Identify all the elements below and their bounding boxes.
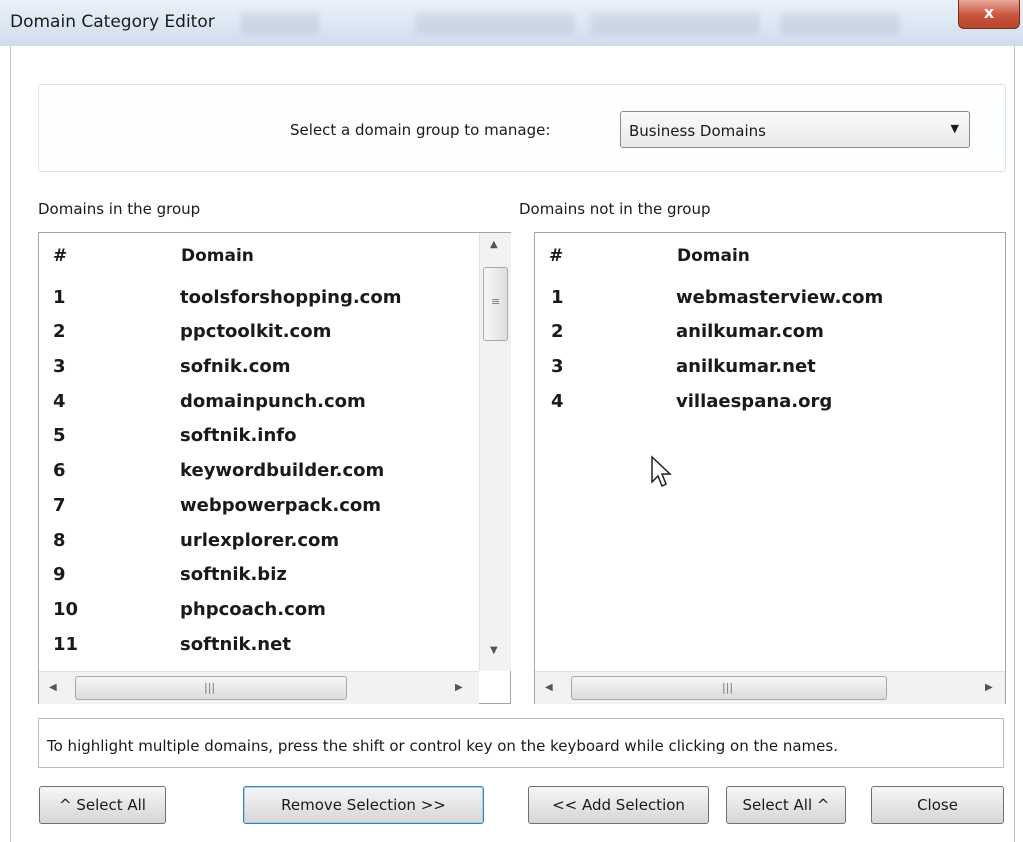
row-domain: webmasterview.com (676, 287, 884, 308)
in-group-row[interactable]: 4 domainpunch.com (53, 391, 433, 425)
window-close-button[interactable]: x (958, 0, 1020, 29)
not-in-group-row[interactable]: 3 anilkumar.net (551, 356, 971, 390)
column-header-domain[interactable]: Domain (181, 246, 254, 266)
column-header-number[interactable]: # (53, 246, 67, 266)
row-domain: urlexplorer.com (180, 530, 340, 551)
scroll-right-icon[interactable]: ▶ (985, 682, 993, 693)
scroll-left-icon[interactable]: ◀ (545, 682, 553, 693)
row-number: 9 (53, 564, 66, 585)
row-domain: keywordbuilder.com (180, 460, 385, 481)
row-domain: webpowerpack.com (180, 495, 381, 516)
in-group-row[interactable]: 7 webpowerpack.com (53, 495, 433, 529)
hint-text: To highlight multiple domains, press the… (47, 737, 838, 755)
row-domain: ppctoolkit.com (180, 321, 332, 342)
in-group-row[interactable]: 6 keywordbuilder.com (53, 460, 433, 494)
not-in-group-row[interactable]: 4 villaespana.org (551, 391, 971, 425)
in-group-row[interactable]: 3 sofnik.com (53, 356, 433, 390)
in-group-row[interactable]: 10 phpcoach.com (53, 599, 433, 633)
row-number: 8 (53, 530, 66, 551)
row-number: 4 (551, 391, 564, 412)
horizontal-scrollbar[interactable]: ◀ ||| ▶ (535, 671, 1005, 704)
mouse-cursor-icon (651, 455, 672, 488)
in-group-row[interactable]: 8 urlexplorer.com (53, 530, 433, 564)
scroll-left-icon[interactable]: ◀ (49, 682, 57, 693)
row-domain: domainpunch.com (180, 391, 366, 412)
not-in-group-row[interactable]: 2 anilkumar.com (551, 321, 971, 355)
row-domain: phpcoach.com (180, 599, 326, 620)
row-number: 2 (53, 321, 66, 342)
row-domain: toolsforshopping.com (180, 287, 402, 308)
row-number: 5 (53, 425, 66, 446)
scrollbar-thumb[interactable]: ≡ (483, 267, 508, 341)
in-group-row[interactable]: 1 toolsforshopping.com (53, 287, 433, 321)
group-selector-label: Select a domain group to manage: (290, 121, 551, 139)
row-number: 10 (53, 599, 79, 620)
row-number: 6 (53, 460, 66, 481)
vertical-scrollbar[interactable]: ▲ ≡ ▼ (479, 233, 511, 671)
in-group-row[interactable]: 11 softnik.net (53, 634, 433, 668)
list-header: # Domain (39, 233, 479, 273)
scroll-down-icon[interactable]: ▼ (490, 645, 498, 656)
title-bar: Domain Category Editor x (0, 0, 1023, 46)
select-all-right-button[interactable]: Select All ^ (726, 786, 846, 824)
row-number: 1 (551, 287, 564, 308)
scrollbar-thumb[interactable]: ||| (571, 676, 887, 700)
close-button[interactable]: Close (871, 786, 1004, 824)
add-selection-button[interactable]: << Add Selection (528, 786, 709, 824)
remove-selection-button[interactable]: Remove Selection >> (243, 786, 484, 824)
grip-icon: ≡ (491, 295, 501, 308)
hint-panel: To highlight multiple domains, press the… (38, 718, 1004, 768)
row-number: 11 (53, 634, 79, 655)
row-domain: villaespana.org (676, 391, 833, 412)
in-group-row[interactable]: 2 ppctoolkit.com (53, 321, 433, 355)
row-domain: sofnik.com (180, 356, 291, 377)
row-domain: softnik.net (180, 634, 291, 655)
row-number: 3 (551, 356, 564, 377)
row-number: 2 (551, 321, 564, 342)
list-header: # Domain (535, 233, 1005, 273)
row-number: 3 (53, 356, 66, 377)
in-group-row[interactable]: 9 softnik.biz (53, 564, 433, 598)
not-in-group-row[interactable]: 1 webmasterview.com (551, 287, 971, 321)
row-domain: anilkumar.com (676, 321, 824, 342)
chevron-down-icon: ▼ (950, 122, 959, 135)
select-all-left-button[interactable]: ^ Select All (39, 786, 166, 824)
column-header-domain[interactable]: Domain (677, 246, 750, 266)
column-header-number[interactable]: # (549, 246, 563, 266)
scroll-right-icon[interactable]: ▶ (455, 682, 463, 693)
dropdown-selected-value: Business Domains (629, 122, 766, 140)
domain-group-dropdown[interactable]: Business Domains ▼ (620, 111, 970, 148)
row-domain: anilkumar.net (676, 356, 816, 377)
grip-icon: ||| (204, 681, 216, 694)
row-domain: softnik.info (180, 425, 297, 446)
row-number: 4 (53, 391, 66, 412)
window-title: Domain Category Editor (10, 12, 215, 32)
horizontal-scrollbar[interactable]: ◀ ||| ▶ (39, 671, 479, 704)
grip-icon: ||| (722, 681, 734, 694)
in-group-label: Domains in the group (38, 200, 201, 218)
row-domain: softnik.biz (180, 564, 287, 585)
close-icon: x (983, 3, 995, 22)
not-in-group-label: Domains not in the group (519, 200, 711, 218)
in-group-row[interactable]: 5 softnik.info (53, 425, 433, 459)
scrollbar-thumb[interactable]: ||| (75, 676, 347, 700)
scroll-up-icon[interactable]: ▲ (490, 239, 498, 250)
row-number: 7 (53, 495, 66, 516)
row-number: 1 (53, 287, 66, 308)
